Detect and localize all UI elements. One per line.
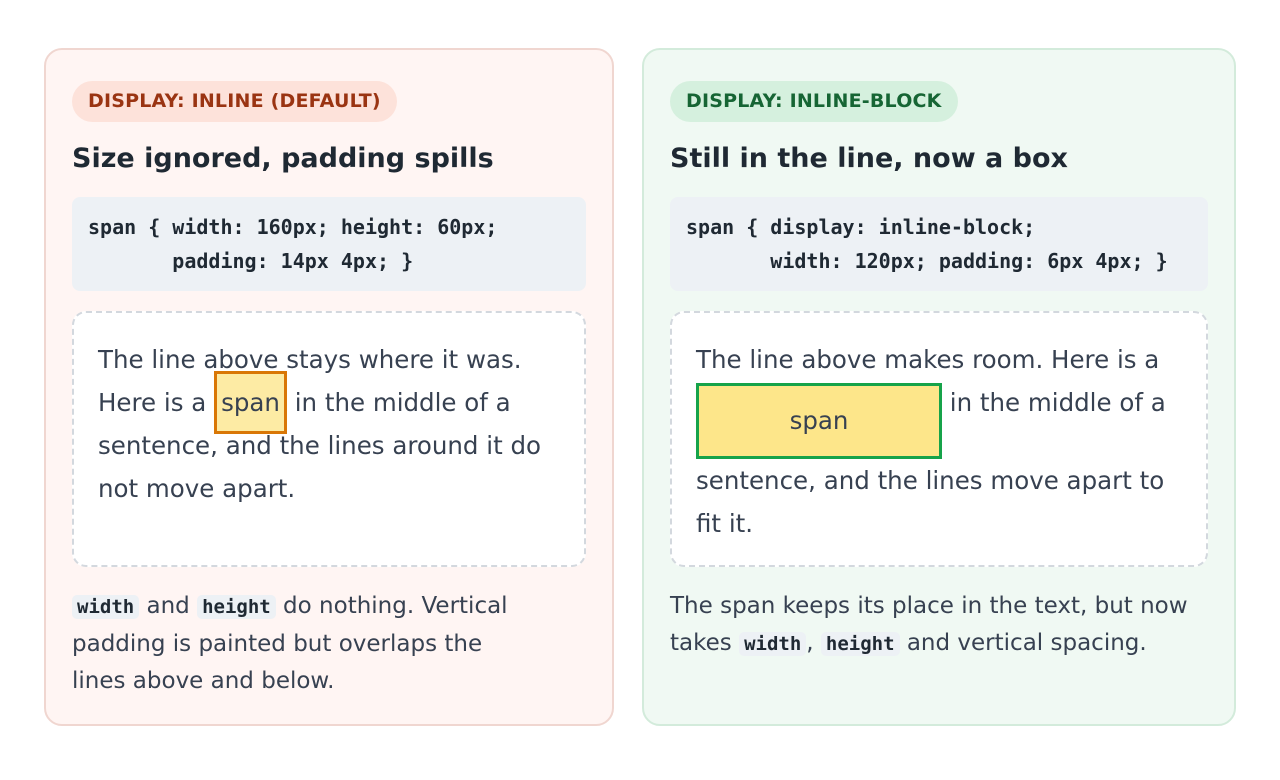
inline-block-demo-box: The line above makes room. Here is a spa… [670, 311, 1208, 567]
inline-demo-text: The line above stays where it was. Here … [98, 338, 560, 510]
inline-block-badge: DISPLAY: INLINE-BLOCK [670, 81, 958, 122]
code-keyword: height [197, 595, 276, 619]
code-keyword: height [820, 632, 900, 656]
inline-badge: DISPLAY: INLINE (DEFAULT) [72, 81, 397, 122]
caption-text: and vertical spacing. [899, 630, 1147, 656]
inline-block-caption: The span keeps its place in the text, bu… [670, 588, 1190, 663]
code-line: width: 120px; padding: 6px 4px; } [686, 249, 1168, 273]
code-line: padding: 14px 4px; } [88, 249, 414, 273]
code-line: span { width: 160px; height: 60px; [88, 215, 498, 239]
inline-span-example: span [214, 371, 287, 434]
inline-demo-box: The line above stays where it was. Here … [72, 311, 586, 567]
inline-block-card: DISPLAY: INLINE-BLOCK Still in the line,… [642, 48, 1236, 726]
inline-code-block: span { width: 160px; height: 60px; paddi… [72, 197, 586, 291]
inline-block-span-example: span [696, 383, 942, 459]
code-keyword: width [72, 595, 140, 619]
code-keyword: width [739, 632, 807, 656]
inline-caption: width and height do nothing. Vertical pa… [72, 588, 542, 700]
demo-text-before: The line above makes room. Here is a [696, 345, 1160, 374]
inline-block-demo-text: The line above makes room. Here is a spa… [696, 338, 1182, 545]
inline-block-code-block: span { display: inline-block; width: 120… [670, 197, 1208, 291]
code-line: span { display: inline-block; [686, 215, 1036, 239]
inline-heading: Size ignored, padding spills [72, 143, 494, 174]
caption-text: , [806, 630, 821, 656]
inline-card: DISPLAY: INLINE (DEFAULT) Size ignored, … [44, 48, 614, 726]
caption-text: and [139, 593, 198, 619]
inline-block-heading: Still in the line, now a box [670, 143, 1068, 174]
